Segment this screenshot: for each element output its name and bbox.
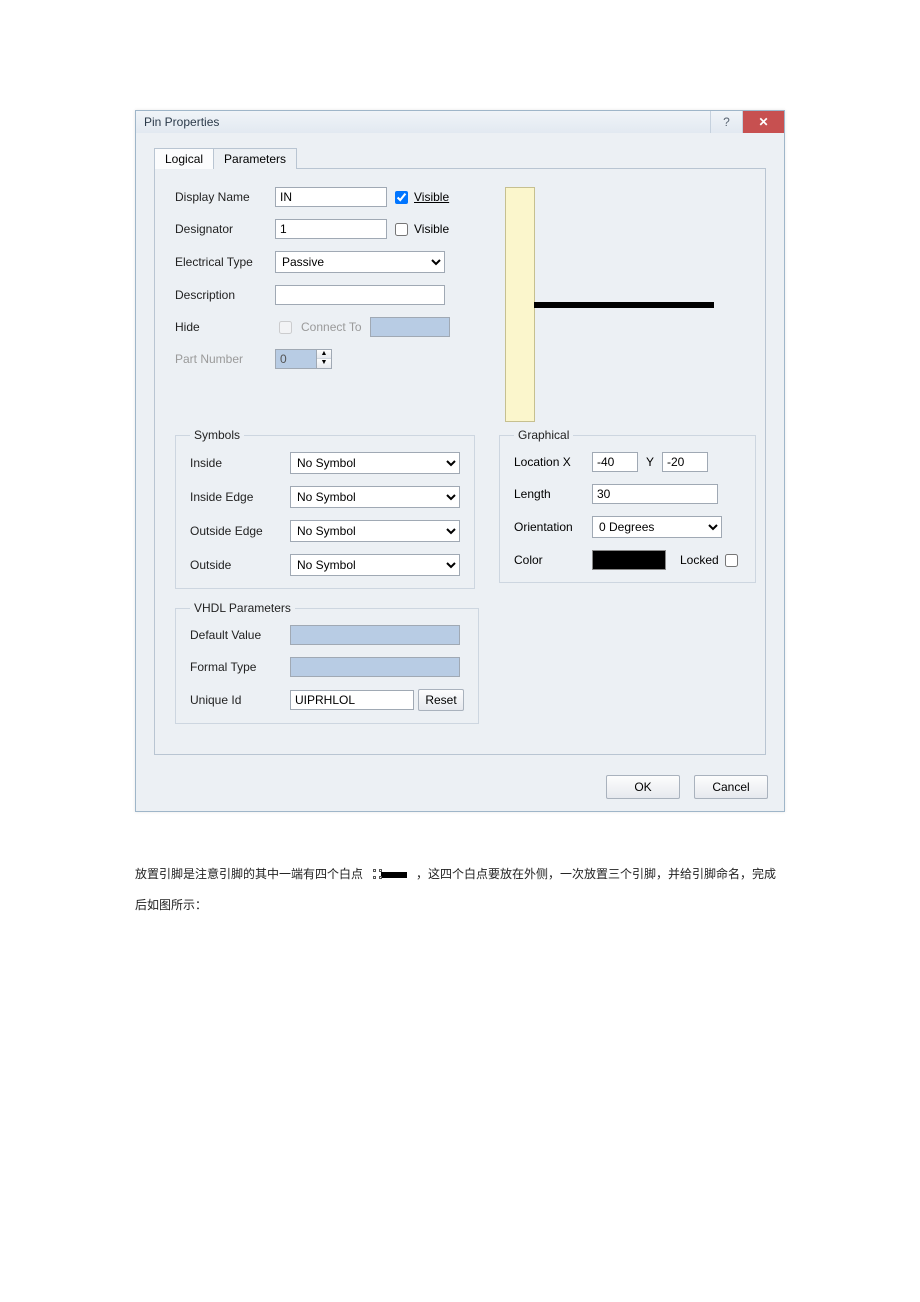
locked-label: Locked	[680, 553, 719, 567]
hide-label: Hide	[175, 320, 275, 334]
designator-visible-label: Visible	[414, 222, 449, 236]
close-button[interactable]: ✕	[742, 111, 784, 133]
preview-body	[505, 187, 535, 422]
unique-id-label: Unique Id	[190, 693, 290, 707]
titlebar: Pin Properties ? ✕	[136, 111, 784, 133]
spin-up-icon[interactable]: ▲	[317, 350, 331, 359]
pin-preview	[505, 187, 745, 422]
doc-text-before: 放置引脚是注意引脚的其中一端有四个白点	[135, 867, 363, 881]
default-value-input[interactable]	[290, 625, 460, 645]
color-swatch[interactable]	[592, 550, 666, 570]
outside-edge-label: Outside Edge	[190, 524, 290, 538]
outside-edge-select[interactable]: No Symbol	[290, 520, 460, 542]
help-button[interactable]: ?	[710, 111, 742, 133]
inside-select[interactable]: No Symbol	[290, 452, 460, 474]
formal-type-label: Formal Type	[190, 660, 290, 674]
display-name-input[interactable]	[275, 187, 387, 207]
description-label: Description	[175, 288, 275, 302]
pin-endpoint-icon	[373, 869, 407, 881]
length-input[interactable]	[592, 484, 718, 504]
reset-button[interactable]: Reset	[418, 689, 464, 711]
outside-select[interactable]: No Symbol	[290, 554, 460, 576]
graphical-legend: Graphical	[514, 428, 573, 442]
formal-type-input[interactable]	[290, 657, 460, 677]
help-icon: ?	[723, 115, 730, 129]
symbols-group: Symbols InsideNo Symbol Inside EdgeNo Sy…	[175, 428, 475, 589]
window-title: Pin Properties	[144, 115, 219, 129]
cancel-button[interactable]: Cancel	[694, 775, 768, 799]
vhdl-legend: VHDL Parameters	[190, 601, 295, 615]
connect-to-label: Connect To	[301, 320, 362, 334]
hide-checkbox[interactable]	[279, 321, 292, 334]
display-name-visible-label: Visible	[414, 190, 449, 204]
part-number-label: Part Number	[175, 352, 275, 366]
inside-label: Inside	[190, 456, 290, 470]
locked-checkbox[interactable]	[725, 554, 738, 567]
symbols-legend: Symbols	[190, 428, 244, 442]
location-y-label: Y	[638, 455, 662, 469]
preview-pin-line	[534, 302, 714, 308]
graphical-group: Graphical Location X Y Length	[499, 428, 756, 583]
location-x-input[interactable]	[592, 452, 638, 472]
designator-label: Designator	[175, 222, 275, 236]
connect-to-input	[370, 317, 450, 337]
titlebar-buttons: ? ✕	[710, 111, 784, 133]
inside-edge-label: Inside Edge	[190, 490, 290, 504]
close-icon: ✕	[758, 115, 768, 129]
tab-parameters[interactable]: Parameters	[213, 148, 297, 169]
tab-strip: Logical Parameters	[154, 147, 766, 169]
location-y-input[interactable]	[662, 452, 708, 472]
outside-label: Outside	[190, 558, 290, 572]
pin-properties-dialog: Pin Properties ? ✕ Logical Parameters	[135, 110, 785, 812]
color-label: Color	[514, 553, 592, 567]
electrical-type-label: Electrical Type	[175, 255, 275, 269]
tab-logical[interactable]: Logical	[154, 148, 214, 169]
orientation-label: Orientation	[514, 520, 592, 534]
unique-id-input[interactable]	[290, 690, 414, 710]
ok-button[interactable]: OK	[606, 775, 680, 799]
electrical-type-select[interactable]: Passive	[275, 251, 445, 273]
description-input[interactable]	[275, 285, 445, 305]
part-number-spinner[interactable]: ▲ ▼	[275, 349, 332, 369]
display-name-visible-checkbox[interactable]	[395, 191, 408, 204]
orientation-select[interactable]: 0 Degrees	[592, 516, 722, 538]
dialog-buttons: OK Cancel	[136, 767, 784, 811]
part-number-input	[275, 349, 317, 369]
spin-down-icon[interactable]: ▼	[317, 359, 331, 368]
location-x-label: Location X	[514, 455, 592, 469]
tab-panel-logical: Display Name Visible Designator Visible	[154, 169, 766, 755]
inside-edge-select[interactable]: No Symbol	[290, 486, 460, 508]
display-name-label: Display Name	[175, 190, 275, 204]
designator-visible-checkbox[interactable]	[395, 223, 408, 236]
length-label: Length	[514, 487, 592, 501]
designator-input[interactable]	[275, 219, 387, 239]
vhdl-group: VHDL Parameters Default Value Formal Typ…	[175, 601, 479, 724]
default-value-label: Default Value	[190, 628, 290, 642]
document-text: 放置引脚是注意引脚的其中一端有四个白点 ，这四个白点要放在外侧，一次放置三个引脚…	[135, 860, 785, 922]
